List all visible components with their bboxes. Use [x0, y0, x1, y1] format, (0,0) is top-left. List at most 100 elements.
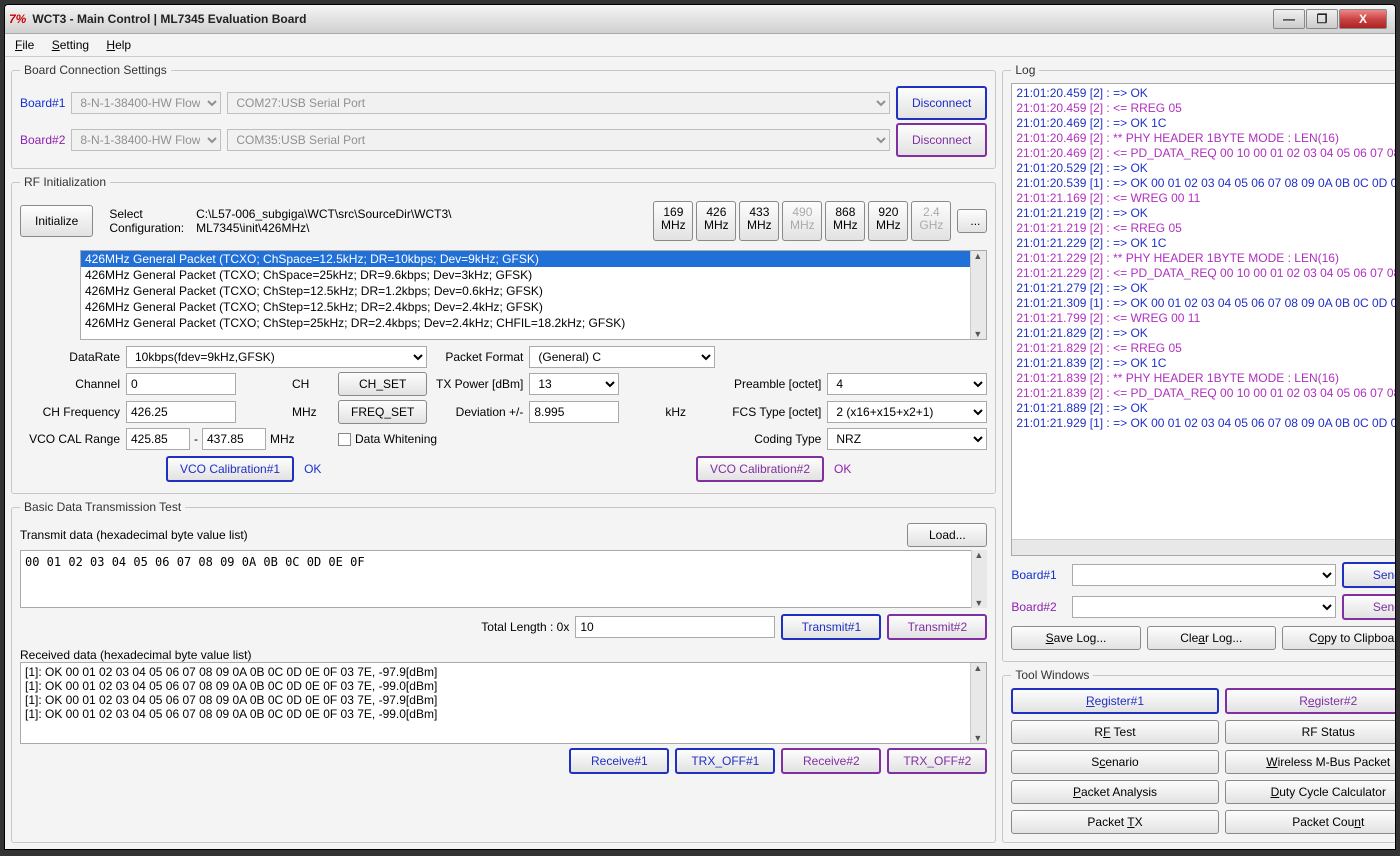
config-list-item[interactable]: 426MHz General Packet (TCXO; ChSpace=25k… — [81, 267, 986, 283]
vco-cal1-button[interactable]: VCO Calibration#1 — [166, 456, 294, 482]
window-title: WCT3 - Main Control | ML7345 Evaluation … — [32, 12, 306, 26]
clear-log-button[interactable]: Clear Log... — [1147, 626, 1276, 650]
log-line: 21:01:20.469 [2] : => OK 1C — [1016, 116, 1396, 131]
browse-button[interactable]: ... — [957, 209, 987, 233]
preamble-select[interactable]: 4 — [827, 373, 987, 395]
receive2-button[interactable]: Receive#2 — [781, 748, 881, 774]
rxdata-scrollbar[interactable] — [970, 663, 986, 743]
coding-select[interactable]: NRZ — [827, 428, 987, 450]
freq-490-button: 490MHz — [782, 201, 822, 241]
pktfmt-select[interactable]: (General) C — [529, 346, 715, 368]
trxoff2-button[interactable]: TRX_OFF#2 — [887, 748, 987, 774]
duty-button[interactable]: Duty Cycle Calculator — [1225, 780, 1396, 804]
rx-line: [1]: OK 00 01 02 03 04 05 06 07 08 09 0A… — [25, 679, 982, 693]
dev-input[interactable] — [529, 401, 619, 423]
tools-fieldset: Tool Windows Register#1 Register#2 RF Te… — [1002, 668, 1396, 843]
scenario-button[interactable]: Scenario — [1011, 750, 1218, 774]
listbox-scrollbar[interactable] — [970, 251, 986, 339]
vco-low-input[interactable] — [126, 428, 190, 450]
totlen-label: Total Length : 0x — [481, 620, 569, 634]
trxoff1-button[interactable]: TRX_OFF#1 — [675, 748, 775, 774]
maximize-button[interactable]: ❐ — [1306, 9, 1338, 29]
rftest-button[interactable]: RF Test — [1011, 720, 1218, 744]
config-list-item[interactable]: 426MHz General Packet (TCXO; ChSpace=12.… — [81, 251, 986, 267]
log-line: 21:01:21.229 [2] : => OK 1C — [1016, 236, 1396, 251]
pkttx-button[interactable]: Packet TX — [1011, 810, 1218, 834]
config-listbox[interactable]: 426MHz General Packet (TCXO; ChSpace=12.… — [80, 250, 987, 340]
channel-input[interactable] — [126, 373, 236, 395]
board2-disconnect-button[interactable]: Disconnect — [896, 123, 987, 157]
chset-button[interactable]: CH_SET — [338, 372, 427, 396]
pktfmt-label: Packet Format — [433, 350, 523, 364]
freq-169-button[interactable]: 169MHz — [653, 201, 693, 241]
rfstatus-button[interactable]: RF Status — [1225, 720, 1396, 744]
pkta-button[interactable]: Packet Analysis — [1011, 780, 1218, 804]
load-button[interactable]: Load... — [907, 523, 987, 547]
board-connection-fieldset: Board Connection Settings Board#1 8-N-1-… — [11, 63, 996, 169]
chfreq-input[interactable] — [126, 401, 236, 423]
txpow-select[interactable]: 13 — [529, 373, 619, 395]
close-button[interactable]: X — [1339, 9, 1387, 29]
copy-log-button[interactable]: Copy to Clipboard — [1282, 626, 1396, 650]
log-line: 21:01:20.459 [2] : <= RREG 05 — [1016, 101, 1396, 116]
save-log-button[interactable]: Save Log... — [1011, 626, 1140, 650]
transmit2-button[interactable]: Transmit#2 — [887, 614, 987, 640]
board1-label: Board#1 — [20, 96, 65, 110]
freq-433-button[interactable]: 433MHz — [739, 201, 779, 241]
receive1-button[interactable]: Receive#1 — [569, 748, 669, 774]
log-line: 21:01:21.799 [2] : <= WREG 00 11 — [1016, 311, 1396, 326]
select-cfg-label2: Configuration: — [109, 221, 184, 235]
minimize-button[interactable]: — — [1273, 9, 1305, 29]
log-hscrollbar[interactable] — [1012, 539, 1396, 555]
menu-setting[interactable]: Setting — [52, 38, 89, 52]
log-b2-send-button[interactable]: Send — [1342, 594, 1396, 620]
board2-port-select[interactable]: COM35:USB Serial Port — [227, 129, 890, 151]
log-line: 21:01:21.929 [1] : => OK 00 01 02 03 04 … — [1016, 416, 1396, 431]
khz-unit: kHz — [665, 405, 715, 419]
freq-868-button[interactable]: 868MHz — [825, 201, 865, 241]
txpow-label: TX Power [dBm] — [433, 377, 523, 391]
log-line: 21:01:21.839 [2] : ** PHY HEADER 1BYTE M… — [1016, 371, 1396, 386]
config-list-item[interactable]: 426MHz General Packet (TCXO; ChStep=12.5… — [81, 283, 986, 299]
register2-button[interactable]: Register#2 — [1225, 688, 1396, 714]
board1-port-select[interactable]: COM27:USB Serial Port — [227, 92, 890, 114]
log-line: 21:01:21.839 [2] : => OK 1C — [1016, 356, 1396, 371]
menubar: File Setting Help — [5, 34, 1395, 57]
log-b2-select[interactable] — [1072, 596, 1336, 618]
board2-label: Board#2 — [20, 133, 65, 147]
register1-button[interactable]: Register#1 — [1011, 688, 1218, 714]
config-list-item[interactable]: 426MHz General Packet (TCXO; ChStep=25kH… — [81, 315, 986, 331]
pktcount-button[interactable]: Packet Count — [1225, 810, 1396, 834]
log-b1-send-button[interactable]: Send — [1342, 562, 1396, 588]
fcs-select[interactable]: 2 (x16+x15+x2+1) — [827, 401, 987, 423]
totlen-input[interactable] — [575, 616, 775, 638]
board1-config-select[interactable]: 8-N-1-38400-HW Flow — [71, 92, 221, 114]
freq-426-button[interactable]: 426MHz — [696, 201, 736, 241]
log-line: 21:01:20.469 [2] : ** PHY HEADER 1BYTE M… — [1016, 131, 1396, 146]
rf-init-legend: RF Initialization — [20, 175, 110, 189]
config-list-item[interactable]: 426MHz General Packet (TCXO; ChStep=12.5… — [81, 299, 986, 315]
log-b1-select[interactable] — [1072, 564, 1336, 586]
board2-config-select[interactable]: 8-N-1-38400-HW Flow — [71, 129, 221, 151]
board1-disconnect-button[interactable]: Disconnect — [896, 86, 987, 120]
vco-high-input[interactable] — [202, 428, 266, 450]
datarate-select[interactable]: 10kbps(fdev=9kHz,GFSK) — [126, 346, 427, 368]
freqset-button[interactable]: FREQ_SET — [338, 400, 427, 424]
vco-cal2-button[interactable]: VCO Calibration#2 — [696, 456, 824, 482]
menu-help[interactable]: Help — [106, 38, 131, 52]
select-cfg-label1: Select — [109, 207, 184, 221]
initialize-button[interactable]: Initialize — [20, 205, 93, 237]
freq-920-button[interactable]: 920MHz — [868, 201, 908, 241]
board-connection-legend: Board Connection Settings — [20, 63, 171, 77]
menu-file[interactable]: File — [15, 38, 34, 52]
txdata-textarea[interactable] — [20, 550, 987, 608]
wmbus-button[interactable]: Wireless M-Bus Packet — [1225, 750, 1396, 774]
data-whitening-checkbox[interactable] — [338, 433, 351, 446]
log-line: 21:01:21.169 [2] : <= WREG 00 11 — [1016, 191, 1396, 206]
transmit1-button[interactable]: Transmit#1 — [781, 614, 881, 640]
preamble-label: Preamble [octet] — [721, 377, 821, 391]
txdata-scrollbar[interactable] — [971, 550, 987, 608]
mhz-unit: MHz — [292, 405, 332, 419]
rf-init-fieldset: RF Initialization Initialize Select Conf… — [11, 175, 996, 494]
tx-test-legend: Basic Data Transmission Test — [20, 500, 185, 514]
